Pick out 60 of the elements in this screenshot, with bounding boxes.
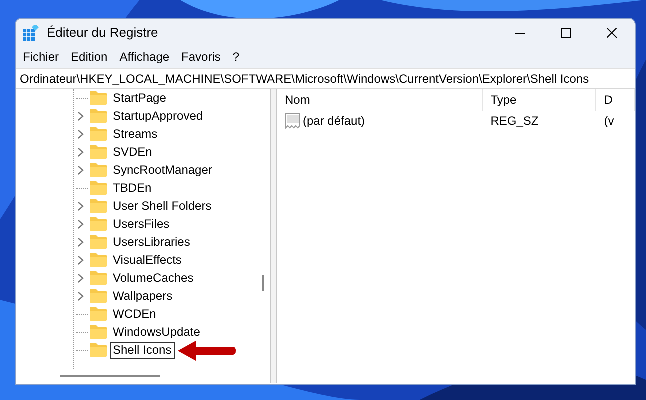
- menu-item[interactable]: Fichier: [17, 47, 66, 68]
- folder-icon: [90, 91, 107, 105]
- tree-item[interactable]: WindowsUpdate: [110, 324, 204, 340]
- arrow-icon: [178, 341, 236, 361]
- address-bar[interactable]: Ordinateur\HKEY_LOCAL_MACHINE\SOFTWARE\Microsoft\Windows\CurrentVersion\Explorer\Shell Icons: [16, 68, 635, 89]
- tree-item[interactable]: UsersFiles: [110, 216, 173, 232]
- expand-chevron-icon[interactable]: [78, 292, 84, 300]
- tree-item[interactable]: Wallpapers: [110, 288, 176, 304]
- folder-icon: [90, 253, 107, 267]
- window-title: Éditeur du Registre: [47, 24, 158, 42]
- column-header[interactable]: D: [596, 89, 635, 111]
- close-icon: [607, 28, 617, 38]
- string-value-icon: [285, 113, 301, 129]
- column-header[interactable]: Nom: [277, 89, 483, 111]
- rename-field[interactable]: Shell Icons: [110, 342, 175, 358]
- expand-chevron-icon[interactable]: [78, 112, 84, 120]
- expand-chevron-icon[interactable]: [78, 202, 84, 210]
- expand-chevron-icon[interactable]: [78, 220, 84, 228]
- maximize-icon: [561, 28, 571, 38]
- tree-item[interactable]: StartupApproved: [110, 108, 206, 124]
- tree-item[interactable]: UsersLibraries: [110, 234, 194, 250]
- tree-item[interactable]: StartPage: [110, 90, 170, 106]
- registry-icon: [23, 25, 39, 41]
- expand-chevron-icon[interactable]: [78, 256, 84, 264]
- folder-icon: [90, 181, 107, 195]
- expand-chevron-icon[interactable]: [78, 274, 84, 282]
- tree-item[interactable]: WCDEn: [110, 306, 160, 322]
- folder-icon: [90, 271, 107, 285]
- menu-item[interactable]: Favoris: [176, 47, 227, 68]
- folder-icon: [90, 163, 107, 177]
- tree-item[interactable]: SyncRootManager: [110, 162, 216, 178]
- value-name: (par défaut): [303, 113, 366, 130]
- tree-item[interactable]: SVDEn: [110, 144, 156, 160]
- folder-icon: [90, 343, 107, 357]
- menu-item[interactable]: ?: [226, 47, 246, 68]
- value-data: (v: [604, 113, 614, 130]
- tree-item[interactable]: TBDEn: [110, 180, 155, 196]
- folder-icon: [90, 307, 107, 321]
- value-type: REG_SZ: [490, 113, 539, 130]
- folder-icon: [90, 289, 107, 303]
- tree-item[interactable]: Streams: [110, 126, 161, 142]
- tree-item[interactable]: VisualEffects: [110, 252, 185, 268]
- menu-item[interactable]: Affichage: [114, 47, 176, 68]
- scroll-thumb[interactable]: [262, 275, 264, 291]
- folder-icon: [90, 325, 107, 339]
- column-header[interactable]: Type: [482, 89, 596, 111]
- expand-chevron-icon[interactable]: [78, 148, 84, 156]
- folder-icon: [90, 217, 107, 231]
- folder-icon: [90, 127, 107, 141]
- expand-chevron-icon[interactable]: [78, 238, 84, 246]
- folder-icon: [90, 109, 107, 123]
- expand-chevron-icon[interactable]: [78, 166, 84, 174]
- folder-icon: [90, 145, 107, 159]
- scroll-thumb[interactable]: [60, 375, 160, 377]
- folder-icon: [90, 235, 107, 249]
- expand-chevron-icon[interactable]: [78, 130, 84, 138]
- menu-item[interactable]: Edition: [65, 47, 114, 68]
- folder-icon: [90, 199, 107, 213]
- tree-item[interactable]: User Shell Folders: [110, 198, 215, 214]
- tree-item[interactable]: VolumeCaches: [110, 270, 197, 286]
